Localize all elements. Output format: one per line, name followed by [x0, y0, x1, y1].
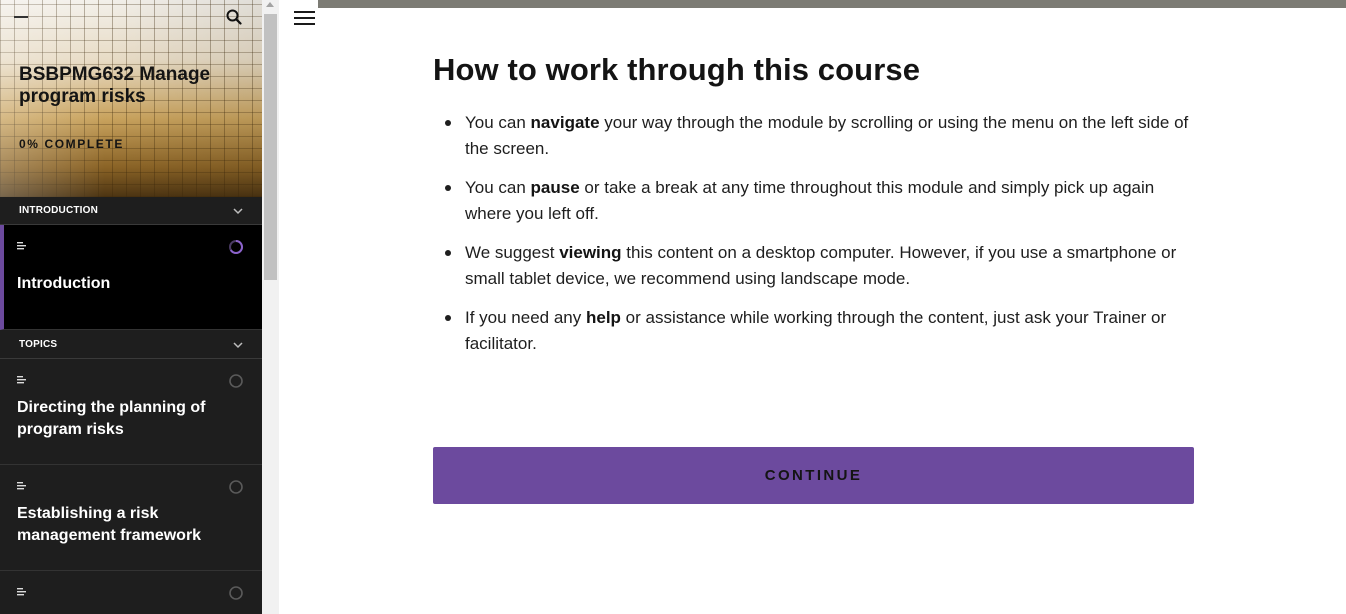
- menu-toggle-button[interactable]: [292, 8, 318, 30]
- section-header-topics[interactable]: TOPICS: [0, 331, 262, 359]
- bullet-emphasis: viewing: [559, 243, 622, 262]
- list-item: You can navigate your way through the mo…: [433, 110, 1203, 162]
- instructions-list: You can navigate your way through the mo…: [433, 110, 1203, 370]
- text-lines-icon: [17, 588, 26, 596]
- lesson-item-risk-framework[interactable]: Establishing a risk management framework: [0, 465, 262, 571]
- lesson-item-next[interactable]: [0, 571, 262, 614]
- course-cover-image: BSBPMG632 Manage program risks 0% COMPLE…: [0, 0, 262, 197]
- text-lines-icon: [17, 482, 26, 490]
- continue-button-label: CONTINUE: [764, 467, 863, 484]
- bullet-emphasis: navigate: [530, 113, 600, 132]
- hamburger-line: [294, 17, 315, 19]
- continue-button[interactable]: CONTINUE: [433, 447, 1194, 504]
- progress-circle-icon: [229, 586, 243, 600]
- chevron-down-icon: [233, 342, 243, 349]
- scrollbar-thumb[interactable]: [264, 14, 277, 280]
- text-lines-icon: [17, 376, 26, 384]
- search-button[interactable]: [222, 6, 246, 28]
- bullet-text: You can: [465, 113, 531, 132]
- progress-circle-icon: [229, 374, 243, 388]
- bullet-text: You can: [465, 178, 531, 197]
- lesson-item-directing-planning[interactable]: Directing the planning of program risks: [0, 359, 262, 465]
- text-lines-icon: [17, 242, 26, 250]
- hamburger-line: [294, 23, 315, 25]
- progress-circle-icon: [229, 240, 243, 254]
- lesson-title: Introduction: [17, 275, 111, 292]
- hamburger-menu-icon: [294, 11, 315, 13]
- section-label: INTRODUCTION: [19, 205, 99, 216]
- list-item: If you need any help or assistance while…: [433, 305, 1203, 357]
- bullet-text: We suggest: [465, 243, 560, 262]
- bullet-emphasis: help: [585, 308, 621, 327]
- list-item: You can pause or take a break at any tim…: [433, 175, 1203, 227]
- page-title: How to work through this course: [433, 52, 921, 87]
- search-icon: [226, 9, 242, 25]
- bullet-emphasis: pause: [530, 178, 580, 197]
- cover-line-decoration: [14, 16, 28, 18]
- section-header-introduction[interactable]: INTRODUCTION: [0, 197, 262, 225]
- bullet-text: If you need any: [465, 308, 586, 327]
- top-progress-bar: [318, 0, 1346, 8]
- lesson-title: Directing the planning of program risks: [17, 399, 206, 438]
- scroll-up-arrow-icon[interactable]: [266, 2, 274, 7]
- course-sidebar: BSBPMG632 Manage program risks 0% COMPLE…: [0, 0, 262, 614]
- list-item: We suggest viewing this content on a des…: [433, 240, 1203, 292]
- sidebar-scrollbar[interactable]: [262, 0, 279, 614]
- section-label: TOPICS: [19, 339, 58, 350]
- course-title: BSBPMG632 Manage program risks: [19, 64, 211, 107]
- course-progress-text: 0% COMPLETE: [19, 137, 124, 151]
- lesson-item-introduction[interactable]: Introduction: [0, 225, 262, 330]
- chevron-down-icon: [233, 208, 243, 215]
- lesson-title: Establishing a risk management framework: [17, 505, 202, 544]
- progress-circle-icon: [229, 480, 243, 494]
